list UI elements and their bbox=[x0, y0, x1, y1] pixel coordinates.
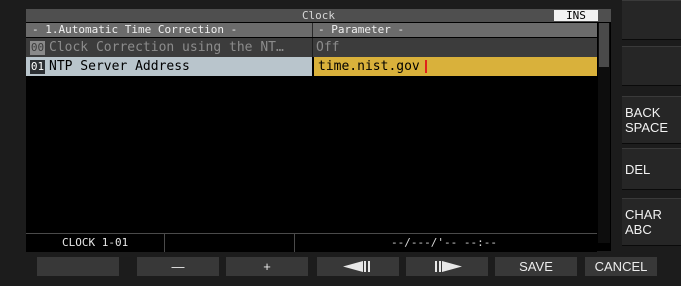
table-row-selected[interactable]: 01 NTP Server Address time.nist.gov bbox=[26, 57, 597, 76]
save-button[interactable]: SAVE bbox=[495, 257, 577, 276]
ntp-server-input[interactable]: time.nist.gov bbox=[318, 57, 420, 76]
plus-key[interactable]: + bbox=[226, 257, 308, 276]
soft-key-label: DEL bbox=[625, 161, 651, 177]
row-parameter-value[interactable]: Off bbox=[316, 38, 339, 57]
back-space-key[interactable]: BACK SPACE bbox=[622, 96, 681, 144]
row-number: 00 bbox=[30, 41, 45, 55]
status-divider bbox=[164, 234, 165, 252]
left-arrow-icon bbox=[343, 261, 370, 272]
table-row[interactable]: 00 Clock Correction using the NT… Off bbox=[26, 38, 597, 57]
soft-key-label: CHAR ABC bbox=[625, 207, 662, 237]
row-item-name: Clock Correction using the NT… bbox=[49, 40, 284, 55]
screen: Clock INS - 1.Automatic Time Correction … bbox=[0, 0, 681, 286]
function-key-label: + bbox=[263, 259, 271, 274]
column-divider bbox=[312, 23, 313, 37]
row-item-name: NTP Server Address bbox=[49, 59, 190, 74]
window-title: Clock bbox=[301, 9, 336, 22]
menu-position-label: CLOCK 1-01 bbox=[62, 236, 129, 249]
move-right-key[interactable] bbox=[406, 257, 488, 276]
column-header-parameter: - Parameter - bbox=[318, 23, 405, 36]
soft-key-label: BACK SPACE bbox=[625, 105, 669, 135]
clock-menu-panel: Clock INS - 1.Automatic Time Correction … bbox=[26, 9, 611, 252]
function-key-label: CANCEL bbox=[594, 259, 648, 274]
column-header-item: - 1.Automatic Time Correction - bbox=[32, 23, 238, 36]
text-cursor bbox=[425, 60, 427, 73]
cancel-button[interactable]: CANCEL bbox=[585, 257, 657, 276]
delete-key[interactable]: DEL bbox=[622, 148, 681, 190]
status-divider bbox=[294, 234, 295, 252]
function-key-label: — bbox=[171, 259, 185, 274]
date-time-readout: --/---/'-- --:-- bbox=[391, 236, 497, 249]
char-mode-key[interactable]: CHAR ABC bbox=[622, 198, 681, 246]
insert-mode-badge: INS bbox=[554, 10, 598, 21]
table-header: - 1.Automatic Time Correction - - Parame… bbox=[26, 23, 597, 37]
function-key-1[interactable] bbox=[37, 257, 119, 276]
minus-key[interactable]: — bbox=[137, 257, 219, 276]
scrollbar-thumb[interactable] bbox=[599, 23, 609, 67]
soft-key-1[interactable] bbox=[622, 0, 681, 40]
column-divider bbox=[312, 38, 313, 57]
move-left-key[interactable] bbox=[317, 257, 399, 276]
status-bar: CLOCK 1-01 --/---/'-- --:-- bbox=[26, 233, 597, 252]
soft-key-2[interactable] bbox=[622, 46, 681, 86]
right-arrow-icon bbox=[435, 261, 462, 272]
function-key-label: SAVE bbox=[519, 259, 553, 274]
title-bar: Clock INS bbox=[26, 9, 611, 22]
row-number: 01 bbox=[30, 60, 45, 74]
